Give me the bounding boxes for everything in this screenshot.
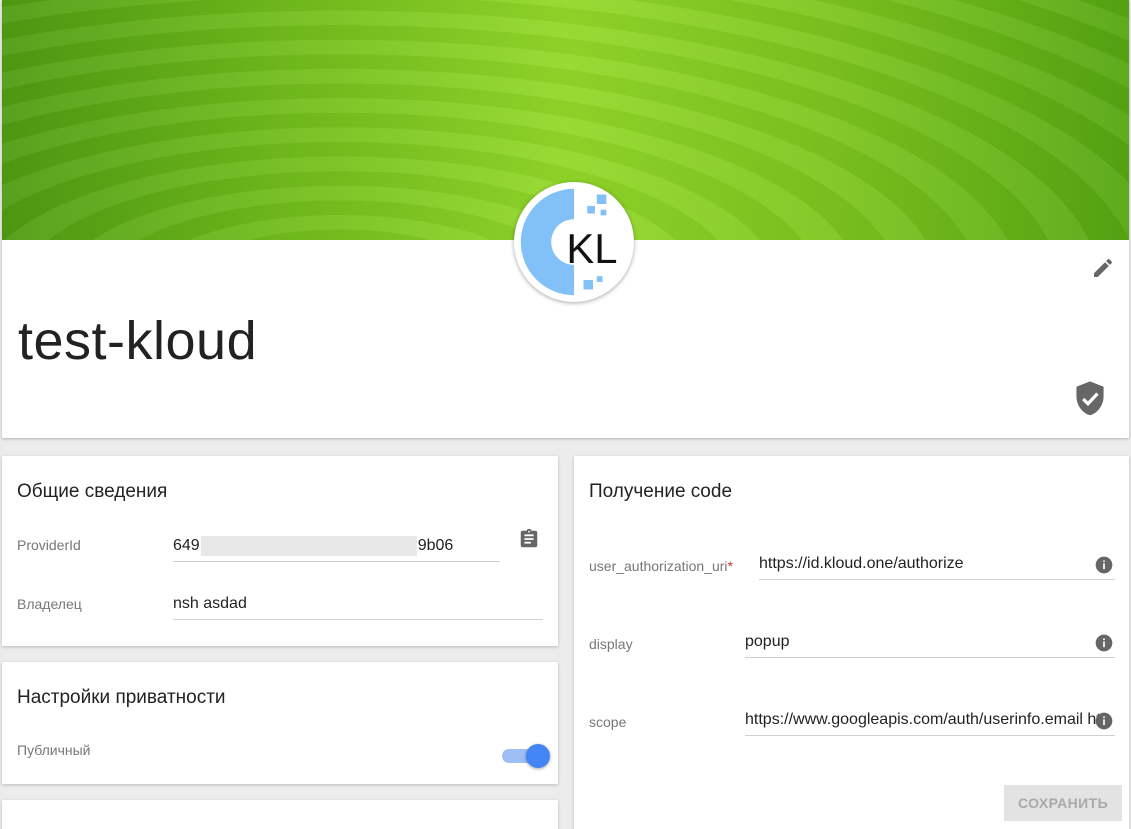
toggle-knob [526,744,550,768]
code-settings-card: Получение code user_authorization_uri* h… [574,456,1129,829]
additional-settings-card [2,800,558,829]
save-button[interactable]: СОХРАНИТЬ [1004,785,1122,821]
public-label: Публичный [17,742,91,758]
display-input[interactable]: popup [745,630,1115,658]
verified-shield-icon [1073,380,1107,418]
page-title: test-kloud [18,311,258,371]
code-settings-title: Получение code [589,481,733,502]
required-mark: * [727,558,733,574]
info-icon[interactable] [1094,555,1114,575]
provider-id-suffix: 9b06 [417,537,454,554]
info-icon[interactable] [1094,633,1114,653]
clipboard-icon[interactable] [518,528,540,550]
privacy-settings-title: Настройки приватности [17,687,226,708]
privacy-settings-card: Настройки приватности Публичный [2,662,558,784]
scope-label: scope [589,714,627,730]
info-icon[interactable] [1094,711,1114,731]
provider-id-prefix: 649 [173,537,200,554]
general-info-card: Общие сведения ProviderId 649 9b06 Владел… [2,456,558,646]
edit-icon[interactable] [1091,256,1115,280]
user-authorization-uri-input[interactable]: https://id.kloud.one/authorize [759,552,1115,580]
redacted-block [200,535,417,556]
public-toggle[interactable] [502,744,550,768]
provider-logo-avatar: KL [514,182,634,302]
user-authorization-uri-label: user_authorization_uri* [589,558,733,574]
display-label: display [589,636,633,652]
provider-id-field[interactable]: 649 9b06 [173,534,500,562]
scope-input[interactable]: https://www.googleapis.com/auth/userinfo… [745,708,1115,736]
owner-field[interactable]: nsh asdad [173,592,543,620]
provider-id-label: ProviderId [17,537,81,553]
avatar-text: KL [566,225,617,272]
owner-label: Владелец [17,596,82,612]
general-info-title: Общие сведения [17,481,168,502]
